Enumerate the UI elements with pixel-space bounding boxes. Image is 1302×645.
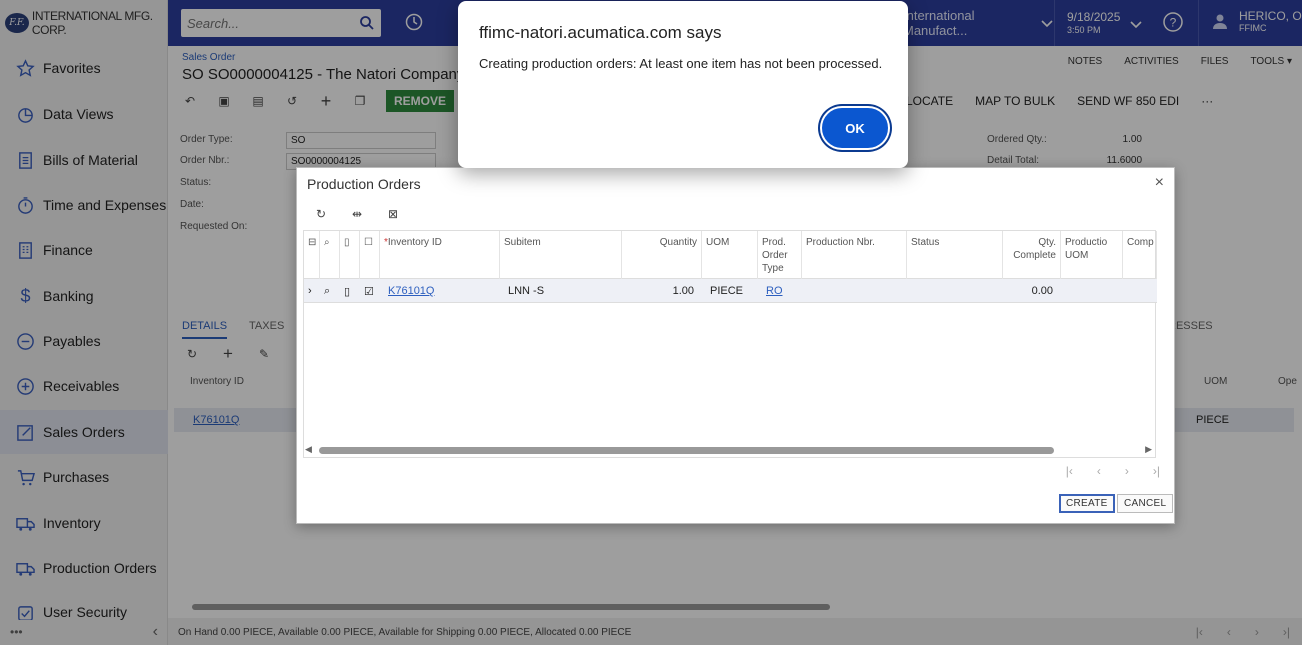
note-icon[interactable]: ▯: [340, 279, 360, 303]
scroll-right-icon[interactable]: ▶: [1145, 444, 1152, 455]
alert-message: Creating production orders: At least one…: [479, 56, 883, 71]
row-inventory-link[interactable]: K76101Q: [384, 279, 494, 303]
dialog-pager: |‹ ‹ › ›|: [1066, 464, 1160, 478]
refresh-icon[interactable]: ↻: [313, 206, 329, 222]
dialog-horizontal-scrollbar[interactable]: ◀ ▶: [303, 444, 1156, 456]
alert-title: ffimc-natori.acumatica.com says: [479, 23, 722, 42]
col-prod-order-type[interactable]: Prod. Order Type: [758, 231, 802, 279]
col-attachment-icon: ⌕: [320, 231, 340, 279]
ok-button[interactable]: OK: [822, 108, 888, 148]
row-quantity[interactable]: 1.00: [622, 279, 698, 303]
scrollbar-thumb[interactable]: [319, 447, 1054, 454]
fit-columns-icon[interactable]: ⇹: [349, 206, 365, 222]
row-production-nbr[interactable]: [806, 279, 906, 303]
scroll-left-icon[interactable]: ◀: [305, 444, 312, 455]
next-page-button[interactable]: ›: [1125, 464, 1129, 478]
dialog-title: Production Orders: [307, 176, 421, 192]
col-note-icon: ▯: [340, 231, 360, 279]
export-excel-icon[interactable]: ⊠: [385, 206, 401, 222]
first-page-button[interactable]: |‹: [1066, 464, 1073, 478]
table-row[interactable]: › ⌕ ▯ ☑ K76101Q LNN -S 1.00 PIECE RO 0.0…: [304, 279, 1157, 303]
row-qty-complete: 0.00: [1031, 285, 1053, 297]
col-subitem[interactable]: Subitem: [500, 231, 622, 279]
col-quantity[interactable]: Quantity: [622, 231, 702, 279]
col-production-nbr[interactable]: Production Nbr.: [802, 231, 907, 279]
create-button[interactable]: CREATE: [1059, 494, 1115, 513]
row-subitem[interactable]: LNN -S: [504, 279, 614, 303]
col-qty-complete[interactable]: Qty. Complete: [1003, 231, 1061, 279]
production-orders-grid: ⊟ ⌕ ▯ ☐ *Inventory ID Subitem Quantity U…: [303, 230, 1157, 458]
col-select-checkbox[interactable]: ☐: [360, 231, 380, 279]
col-inventory-id[interactable]: *Inventory ID: [380, 231, 500, 279]
col-status[interactable]: Status: [907, 231, 1003, 279]
col-comp[interactable]: Comp: [1123, 231, 1157, 279]
production-orders-dialog: Production Orders × ↻ ⇹ ⊠ ⊟ ⌕ ▯ ☐ *Inven…: [296, 167, 1175, 524]
row-status: [911, 279, 1001, 303]
last-page-button[interactable]: ›|: [1153, 464, 1160, 478]
cancel-button[interactable]: CANCEL: [1117, 494, 1174, 513]
col-menu-icon[interactable]: ⊟: [304, 231, 320, 279]
attachment-icon[interactable]: ⌕: [320, 279, 340, 303]
col-production-uom[interactable]: Productio UOM: [1061, 231, 1123, 279]
expand-row-icon[interactable]: ›: [304, 279, 320, 303]
browser-alert-dialog: ffimc-natori.acumatica.com says Creating…: [458, 1, 908, 168]
dialog-toolbar: ↻ ⇹ ⊠: [313, 206, 401, 222]
row-select-checkbox[interactable]: ☑: [360, 279, 380, 303]
row-uom[interactable]: PIECE: [706, 279, 758, 303]
prev-page-button[interactable]: ‹: [1097, 464, 1101, 478]
row-prod-order-type[interactable]: RO: [762, 279, 802, 303]
grid-header: ⊟ ⌕ ▯ ☐ *Inventory ID Subitem Quantity U…: [304, 231, 1157, 279]
close-icon[interactable]: ×: [1155, 174, 1164, 192]
col-uom[interactable]: UOM: [702, 231, 758, 279]
